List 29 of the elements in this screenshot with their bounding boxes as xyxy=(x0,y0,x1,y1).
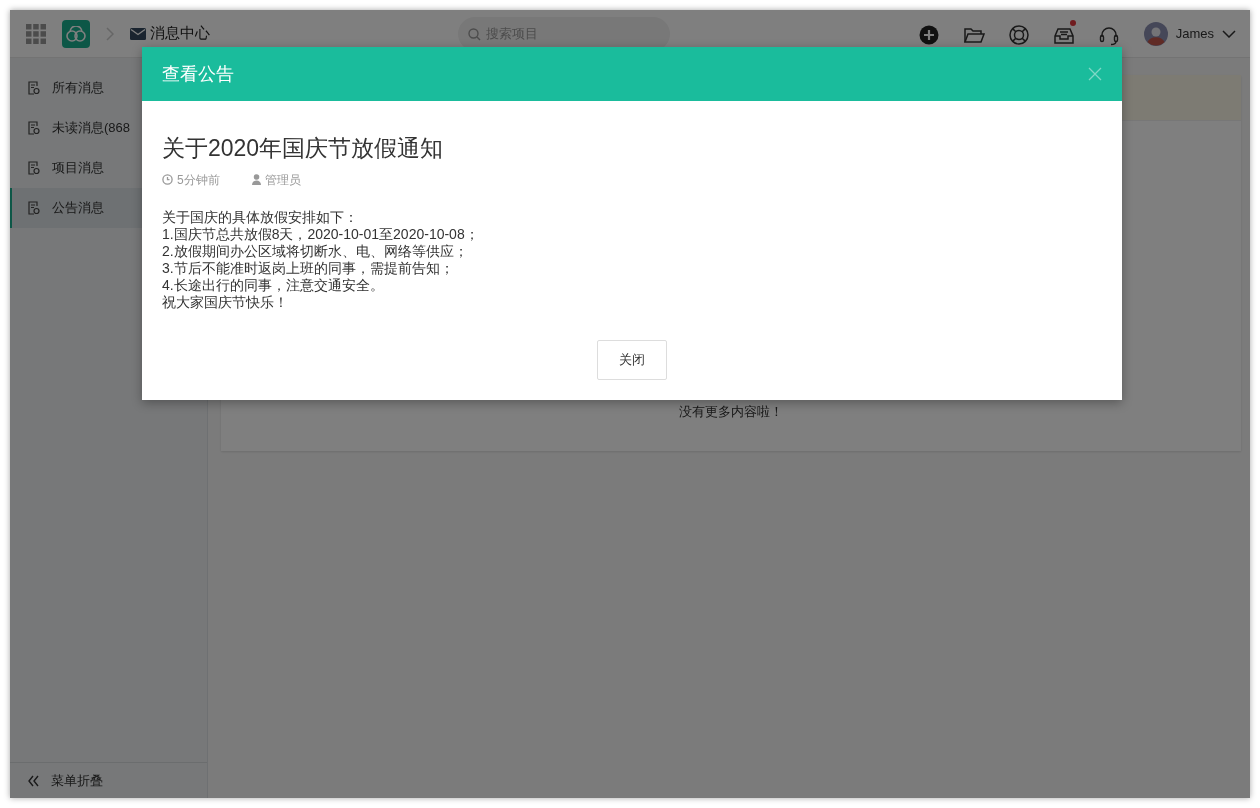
author-label: 管理员 xyxy=(251,170,301,189)
document-icon xyxy=(28,81,40,95)
dialog-title: 查看公告 xyxy=(162,62,234,86)
collapse-menu-button[interactable]: 菜单折叠 xyxy=(10,762,207,798)
document-icon xyxy=(28,201,40,215)
document-icon xyxy=(28,121,40,135)
avatar[interactable] xyxy=(1143,21,1168,46)
breadcrumb-title: 消息中心 xyxy=(150,23,210,44)
document-icon xyxy=(28,161,40,175)
close-button[interactable]: 关闭 xyxy=(597,339,667,380)
body-text-line: 祝大家国庆节快乐！ xyxy=(162,293,289,311)
notice-heading: 关于2020年国庆节放假通知 xyxy=(162,135,445,163)
clock-icon xyxy=(162,174,173,186)
lifebuoy-icon[interactable] xyxy=(1007,24,1030,47)
chevron-right-icon xyxy=(106,26,114,41)
chevron-down-icon[interactable] xyxy=(1222,29,1236,38)
headset-icon[interactable] xyxy=(1097,24,1120,47)
envelope-icon xyxy=(130,27,146,40)
body-text-line: 2.放假期间办公区域将切断水、电、网络等供应； xyxy=(162,242,469,260)
user-icon xyxy=(251,174,261,186)
time-label: 5分钟前 xyxy=(162,170,220,189)
plus-circle-icon[interactable] xyxy=(917,24,940,47)
body-text-line: 3.节后不能准时返岗上班的同事，需提前告知； xyxy=(162,259,455,277)
double-chevron-left-icon xyxy=(28,774,39,787)
body-text-line: 4.长途出行的同事，注意交通安全。 xyxy=(162,276,385,294)
body-text-line: 1.国庆节总共放假8天，2020-10-01至2020-10-08； xyxy=(162,225,480,243)
empty-text: 没有更多内容啦！ xyxy=(678,402,784,421)
search-icon xyxy=(467,27,481,41)
user-name[interactable]: James xyxy=(1175,23,1214,44)
